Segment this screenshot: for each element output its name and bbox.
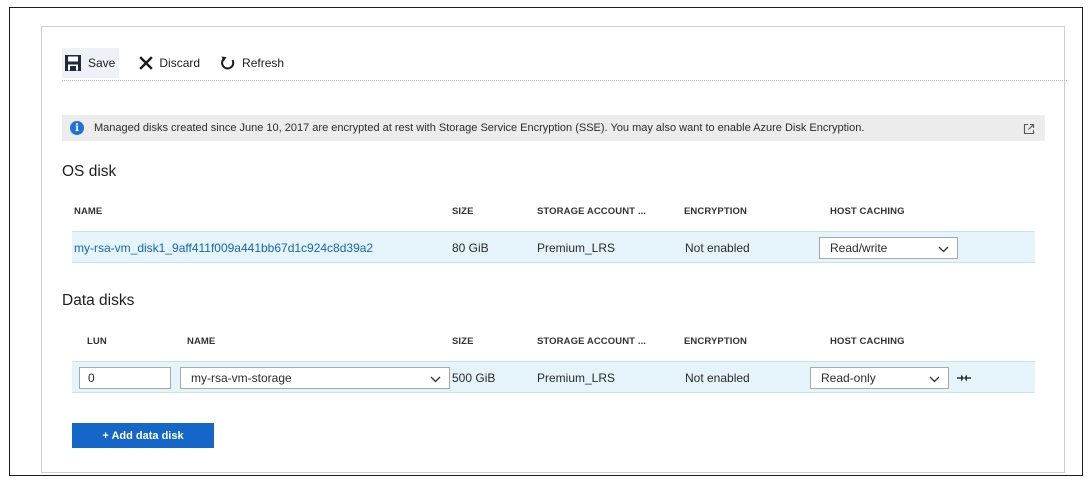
os-col-size: SIZE <box>452 206 474 217</box>
os-col-host-caching: HOST CACHING <box>830 206 905 217</box>
os-disk-encryption: Not enabled <box>685 241 750 255</box>
save-label: Save <box>88 55 116 70</box>
data-disk-row[interactable]: 0 my-rsa-vm-storage 500 GiB Premium_LRS … <box>72 361 1035 393</box>
info-icon: i <box>70 121 84 135</box>
os-disk-storage-account: Premium_LRS <box>537 241 616 255</box>
discard-label: Discard <box>159 55 201 70</box>
data-disks-title: Data disks <box>62 292 135 309</box>
data-col-lun: LUN <box>87 336 107 347</box>
data-col-host-caching: HOST CACHING <box>830 336 905 347</box>
add-data-disk-button[interactable]: + Add data disk <box>72 423 214 448</box>
refresh-label: Refresh <box>242 55 285 70</box>
os-col-name: NAME <box>74 206 103 217</box>
disks-panel: Save Discard Refresh i Managed disks cre… <box>41 26 1067 473</box>
data-disk-encryption: Not enabled <box>685 371 750 385</box>
data-disk-name-select[interactable]: my-rsa-vm-storage <box>180 367 450 389</box>
data-disk-name-value: my-rsa-vm-storage <box>191 371 292 385</box>
info-message: Managed disks created since June 10, 201… <box>94 122 865 134</box>
discard-button[interactable]: Discard <box>139 48 200 78</box>
discard-icon <box>139 55 154 70</box>
os-col-storage-account: STORAGE ACCOUNT ... <box>537 206 647 217</box>
data-col-encryption: ENCRYPTION <box>684 336 747 347</box>
os-disk-size: 80 GiB <box>452 241 489 255</box>
command-bar: Save Discard Refresh <box>62 45 1067 81</box>
os-disk-title: OS disk <box>62 163 117 180</box>
encryption-info-bar: i Managed disks created since June 10, 2… <box>62 115 1045 141</box>
os-host-caching-value: Read/write <box>830 241 888 255</box>
os-disk-row[interactable]: my-rsa-vm_disk1_9aff411f009a441bb67d1c92… <box>72 231 1035 263</box>
os-col-encryption: ENCRYPTION <box>684 206 747 217</box>
data-disk-size: 500 GiB <box>452 371 496 385</box>
data-col-storage-account: STORAGE ACCOUNT ... <box>537 336 647 347</box>
window-frame: Save Discard Refresh i Managed disks cre… <box>9 7 1083 476</box>
chevron-down-icon <box>929 373 940 387</box>
external-link-icon[interactable] <box>1023 122 1035 140</box>
save-icon <box>64 54 82 72</box>
refresh-icon <box>220 55 236 71</box>
lun-value: 0 <box>88 371 95 385</box>
data-col-size: SIZE <box>452 336 474 347</box>
os-host-caching-select[interactable]: Read/write <box>819 237 958 259</box>
chevron-down-icon <box>430 373 441 387</box>
detach-icon[interactable] <box>956 371 972 389</box>
refresh-button[interactable]: Refresh <box>220 48 284 78</box>
data-disk-storage-account: Premium_LRS <box>537 371 616 385</box>
data-host-caching-value: Read-only <box>821 371 876 385</box>
save-button[interactable]: Save <box>62 47 120 78</box>
os-disk-name-link[interactable]: my-rsa-vm_disk1_9aff411f009a441bb67d1c92… <box>74 241 373 255</box>
data-col-name: NAME <box>187 336 216 347</box>
data-host-caching-select[interactable]: Read-only <box>810 367 949 389</box>
chevron-down-icon <box>938 243 949 257</box>
lun-input[interactable]: 0 <box>79 367 171 389</box>
